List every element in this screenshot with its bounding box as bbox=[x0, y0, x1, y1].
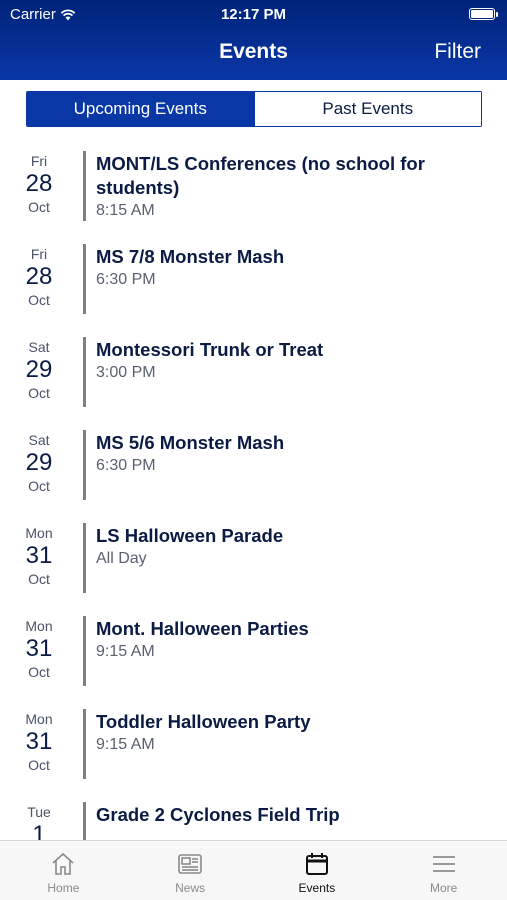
event-month: Oct bbox=[28, 292, 50, 308]
event-info: Mont. Halloween Parties 9:15 AM bbox=[96, 617, 486, 663]
event-info: Grade 2 Cyclones Field Trip bbox=[96, 803, 486, 827]
event-weekday: Sat bbox=[28, 432, 50, 448]
event-time: 6:30 PM bbox=[96, 271, 156, 288]
event-segment-control: Upcoming Events Past Events bbox=[26, 91, 482, 127]
event-row[interactable]: Fri 28 Oct MONT/LS Conferences (no schoo… bbox=[0, 140, 507, 233]
event-row[interactable]: Sat 29 Oct Montessori Trunk or Treat 3:0… bbox=[0, 326, 507, 419]
event-time: 9:15 AM bbox=[96, 736, 155, 753]
event-divider bbox=[83, 802, 86, 840]
event-title: Mont. Halloween Parties bbox=[96, 618, 309, 639]
tab-more[interactable]: More bbox=[380, 841, 507, 900]
tab-news-label: News bbox=[175, 881, 206, 895]
tab-news[interactable]: News bbox=[127, 841, 254, 900]
events-list: Fri 28 Oct MONT/LS Conferences (no schoo… bbox=[0, 140, 507, 840]
tab-home-label: Home bbox=[47, 881, 80, 895]
event-time: All Day bbox=[96, 550, 147, 567]
event-time: 8:15 AM bbox=[96, 202, 155, 219]
event-date: Fri 28 Oct bbox=[0, 152, 78, 216]
event-info: MONT/LS Conferences (no school for stude… bbox=[96, 152, 486, 222]
event-weekday: Tue bbox=[27, 804, 51, 820]
event-divider bbox=[83, 151, 86, 221]
event-title: Montessori Trunk or Treat bbox=[96, 339, 324, 360]
status-time: 12:17 PM bbox=[220, 6, 287, 23]
event-day: 31 bbox=[25, 728, 53, 755]
status-bar: Carrier 12:17 PM bbox=[0, 0, 507, 28]
event-title: MS 7/8 Monster Mash bbox=[96, 246, 285, 267]
event-month: Oct bbox=[28, 385, 50, 401]
home-icon bbox=[52, 852, 74, 875]
event-info: LS Halloween Parade All Day bbox=[96, 524, 486, 570]
menu-icon bbox=[432, 856, 455, 872]
event-day: 31 bbox=[25, 542, 53, 569]
event-weekday: Sat bbox=[28, 339, 50, 355]
event-title: MONT/LS Conferences (no school for stude… bbox=[96, 153, 425, 198]
event-info: Toddler Halloween Party 9:15 AM bbox=[96, 710, 486, 756]
event-title: LS Halloween Parade bbox=[96, 525, 284, 546]
event-divider bbox=[83, 337, 86, 407]
event-day: 28 bbox=[25, 263, 53, 290]
tab-events[interactable]: Events bbox=[254, 841, 381, 900]
tab-bar: Home News Events More bbox=[0, 840, 507, 900]
app-header: Carrier 12:17 PM Events Filter bbox=[0, 0, 507, 80]
past-events-tab[interactable]: Past Events bbox=[253, 92, 481, 126]
event-date: Mon 31 Oct bbox=[0, 617, 78, 681]
news-icon bbox=[178, 854, 202, 874]
event-day: 29 bbox=[25, 356, 53, 383]
event-row[interactable]: Mon 31 Oct Mont. Halloween Parties 9:15 … bbox=[0, 605, 507, 698]
tab-home[interactable]: Home bbox=[0, 841, 127, 900]
tab-more-label: More bbox=[429, 881, 458, 895]
event-month: Oct bbox=[28, 757, 50, 773]
filter-button[interactable]: Filter bbox=[434, 40, 481, 64]
event-day: 28 bbox=[25, 170, 53, 197]
event-date: Mon 31 Oct bbox=[0, 710, 78, 774]
event-month: Oct bbox=[28, 199, 50, 215]
event-date: Sat 29 Oct bbox=[0, 338, 78, 402]
event-time: 3:00 PM bbox=[96, 364, 156, 381]
upcoming-events-tab[interactable]: Upcoming Events bbox=[27, 92, 254, 126]
event-title: Grade 2 Cyclones Field Trip bbox=[96, 804, 340, 825]
event-month: Oct bbox=[28, 571, 50, 587]
event-divider bbox=[83, 244, 86, 314]
event-title: MS 5/6 Monster Mash bbox=[96, 432, 285, 453]
event-date: Fri 28 Oct bbox=[0, 245, 78, 309]
battery-icon bbox=[469, 8, 498, 20]
event-row[interactable]: Fri 28 Oct MS 7/8 Monster Mash 6:30 PM bbox=[0, 233, 507, 326]
event-month: Oct bbox=[28, 664, 50, 680]
event-row[interactable]: Mon 31 Oct Toddler Halloween Party 9:15 … bbox=[0, 698, 507, 791]
event-weekday: Fri bbox=[30, 246, 48, 262]
calendar-icon bbox=[305, 853, 328, 875]
event-time: 6:30 PM bbox=[96, 457, 156, 474]
event-divider bbox=[83, 523, 86, 593]
event-info: MS 5/6 Monster Mash 6:30 PM bbox=[96, 431, 486, 477]
page-title: Events bbox=[219, 40, 288, 63]
event-info: MS 7/8 Monster Mash 6:30 PM bbox=[96, 245, 486, 291]
event-day: 29 bbox=[25, 449, 53, 476]
event-day: 1 bbox=[32, 821, 46, 840]
event-month: Oct bbox=[28, 478, 50, 494]
event-weekday: Mon bbox=[25, 711, 53, 727]
event-weekday: Fri bbox=[30, 153, 48, 169]
event-weekday: Mon bbox=[25, 618, 53, 634]
event-row[interactable]: Mon 31 Oct LS Halloween Parade All Day bbox=[0, 512, 507, 605]
event-date: Mon 31 Oct bbox=[0, 524, 78, 588]
event-row[interactable]: Sat 29 Oct MS 5/6 Monster Mash 6:30 PM bbox=[0, 419, 507, 512]
event-row[interactable]: Tue 1 Grade 2 Cyclones Field Trip bbox=[0, 791, 507, 840]
event-divider bbox=[83, 709, 86, 779]
tab-events-label: Events bbox=[298, 881, 336, 895]
event-time: 9:15 AM bbox=[96, 643, 155, 660]
event-divider bbox=[83, 430, 86, 500]
event-date: Tue 1 bbox=[0, 803, 78, 840]
event-weekday: Mon bbox=[25, 525, 53, 541]
event-info: Montessori Trunk or Treat 3:00 PM bbox=[96, 338, 486, 384]
event-title: Toddler Halloween Party bbox=[96, 711, 311, 732]
event-day: 31 bbox=[25, 635, 53, 662]
event-divider bbox=[83, 616, 86, 686]
event-date: Sat 29 Oct bbox=[0, 431, 78, 495]
